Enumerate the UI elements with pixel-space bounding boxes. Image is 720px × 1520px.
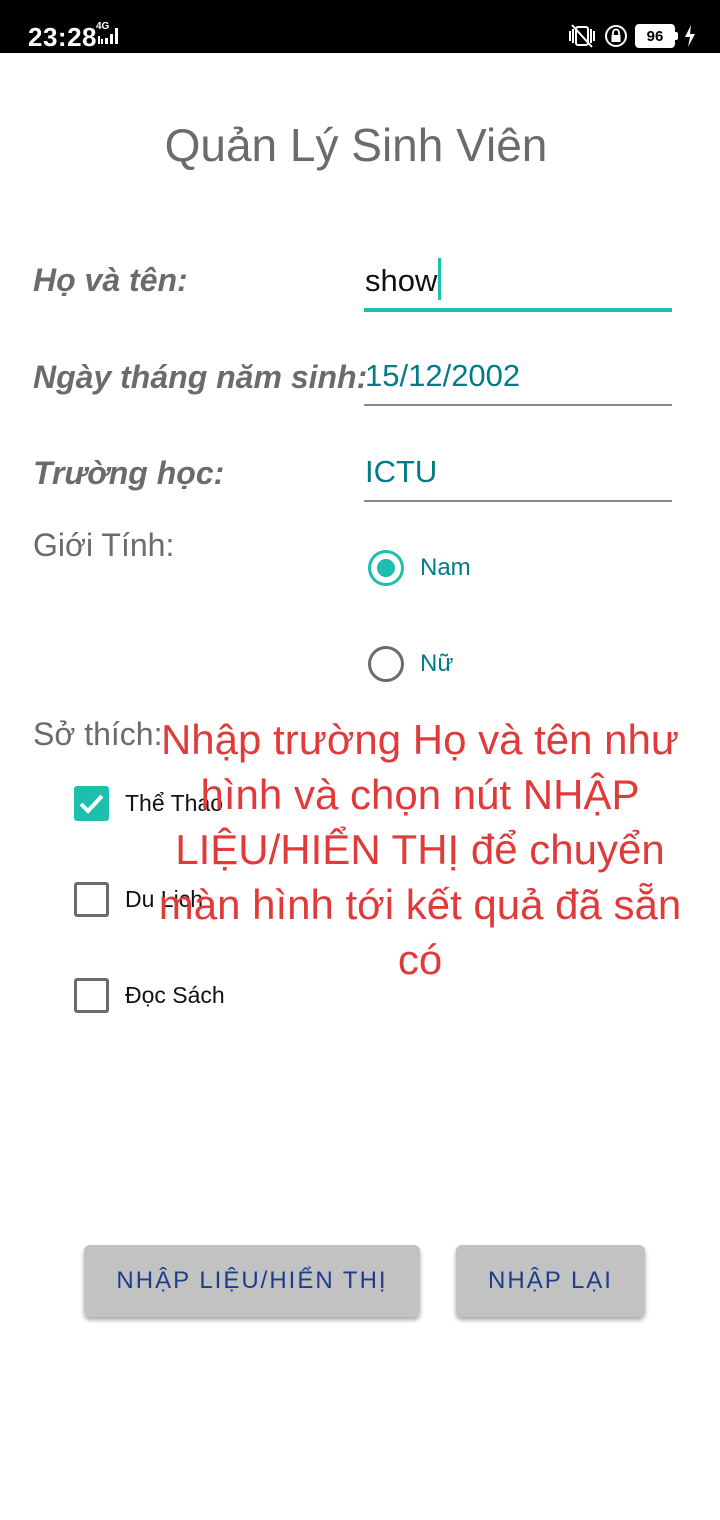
battery-icon: 96 bbox=[635, 24, 678, 48]
dob-field-value: 15/12/2002 bbox=[365, 358, 521, 393]
checkbox-unchecked-icon bbox=[74, 881, 109, 917]
reset-button[interactable]: NHẬP LẠI bbox=[456, 1245, 645, 1317]
radio-female[interactable]: Nữ bbox=[368, 644, 453, 684]
battery-level: 96 bbox=[646, 27, 664, 45]
hobbies-label: Sở thích: bbox=[33, 716, 163, 752]
checkbox-checked-icon bbox=[74, 785, 109, 821]
school-field-value: ICTU bbox=[365, 454, 438, 489]
dob-label: Ngày tháng năm sinh: bbox=[33, 359, 368, 395]
dob-field[interactable]: 15/12/2002 bbox=[364, 358, 672, 408]
text-cursor bbox=[438, 258, 442, 300]
lock-rotation-icon bbox=[605, 25, 627, 47]
name-label: Họ và tên: bbox=[33, 262, 188, 298]
name-field[interactable]: show bbox=[364, 258, 672, 314]
radio-male[interactable]: Nam bbox=[368, 548, 471, 588]
page-title: Quản Lý Sinh Viên bbox=[164, 119, 548, 171]
status-bar: 23:28 4G 96 bbox=[0, 0, 720, 53]
radio-selected-icon bbox=[368, 550, 404, 586]
clock: 23:28 bbox=[28, 22, 97, 52]
submit-display-button[interactable]: NHẬP LIỆU/HIỂN THỊ bbox=[84, 1245, 420, 1317]
radio-male-label: Nam bbox=[420, 554, 471, 581]
status-icons: 96 bbox=[567, 23, 696, 49]
school-field[interactable]: ICTU bbox=[364, 454, 672, 504]
checkbox-unchecked-icon bbox=[74, 977, 109, 1013]
radio-female-label: Nữ bbox=[420, 650, 454, 677]
gender-label: Giới Tính: bbox=[33, 527, 175, 563]
school-label: Trường học: bbox=[33, 455, 225, 491]
radio-unselected-icon bbox=[368, 646, 404, 682]
instruction-overlay: Nhập trường Họ và tên như hình và chọn n… bbox=[158, 716, 682, 983]
vibrate-mute-icon bbox=[569, 24, 595, 48]
signal-icon: 4G bbox=[96, 22, 122, 48]
name-field-value: show bbox=[365, 263, 438, 298]
charging-icon bbox=[685, 25, 695, 47]
